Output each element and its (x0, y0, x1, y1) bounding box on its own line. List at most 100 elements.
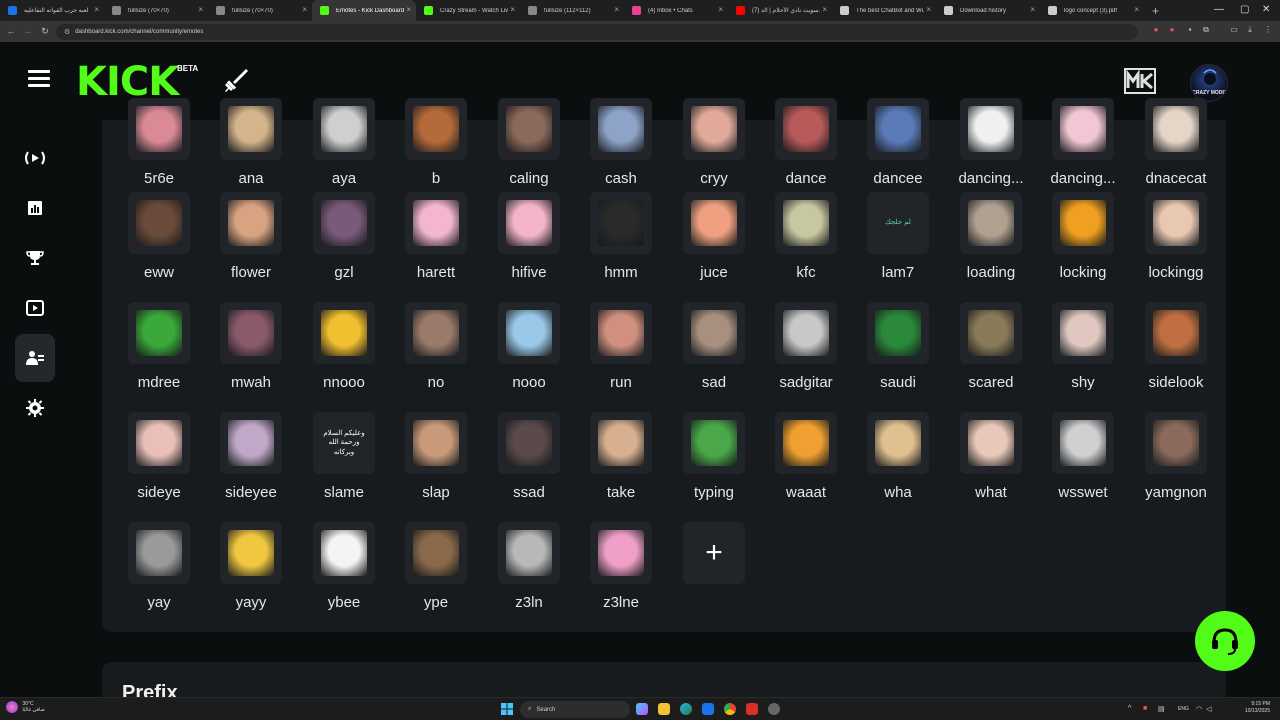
new-tab-icon[interactable]: + (1144, 4, 1167, 18)
emote-thumbnail[interactable] (498, 522, 560, 584)
browser-tab[interactable]: Download history × (936, 0, 1040, 21)
browser-tab[interactable]: fullsize (70×70) × (104, 0, 208, 21)
emote-thumbnail[interactable] (960, 98, 1022, 160)
emote-thumbnail[interactable] (590, 98, 652, 160)
extension-icon[interactable]: ● (1150, 25, 1162, 37)
support-chat-button[interactable] (1195, 611, 1255, 671)
emote-thumbnail[interactable] (220, 192, 282, 254)
emote-thumbnail[interactable] (775, 412, 837, 474)
browser-tab[interactable]: fullsize (70×70) × (208, 0, 312, 21)
tab-close-icon[interactable]: × (94, 5, 99, 14)
emote-item[interactable]: kfc (760, 192, 852, 302)
emote-item[interactable]: shy (1037, 302, 1129, 412)
sidebar-item-settings[interactable] (15, 384, 55, 432)
hamburger-menu-icon[interactable] (28, 70, 50, 88)
emote-item[interactable]: typing (668, 412, 760, 522)
emote-thumbnail[interactable] (128, 412, 190, 474)
emote-item[interactable]: nooo (483, 302, 575, 412)
extension-icon[interactable]: ● (1166, 25, 1178, 37)
emote-item[interactable]: وعليكم السلام ورحمة الله وبركاته slame (298, 412, 390, 522)
emote-thumbnail[interactable] (775, 98, 837, 160)
emote-thumbnail[interactable] (1145, 192, 1207, 254)
emote-thumbnail[interactable] (405, 302, 467, 364)
emote-thumbnail[interactable] (867, 412, 929, 474)
emote-item[interactable]: locking (1037, 192, 1129, 302)
gmail-icon[interactable] (746, 703, 758, 715)
mk-logo-icon[interactable] (1124, 68, 1156, 94)
emote-item[interactable]: sideyee (205, 412, 297, 522)
emote-thumbnail[interactable]: وعليكم السلام ورحمة الله وبركاته (313, 412, 375, 474)
minimize-icon[interactable]: — (1214, 4, 1224, 15)
reload-icon[interactable]: ↻ (36, 26, 54, 37)
tab-close-icon[interactable]: × (822, 5, 827, 14)
emote-thumbnail[interactable] (405, 192, 467, 254)
windows-start-icon[interactable] (501, 703, 513, 715)
emote-item[interactable]: scared (945, 302, 1037, 412)
emote-item[interactable]: lockingg (1130, 192, 1222, 302)
emote-thumbnail[interactable] (128, 522, 190, 584)
browser-tab[interactable]: Crazy Stream - Watch Live...× (416, 0, 520, 21)
browser-tab[interactable]: (7) سويت نادي الأحلام | الد...× (728, 0, 832, 21)
forward-icon[interactable]: → (18, 26, 36, 36)
emote-thumbnail[interactable] (683, 412, 745, 474)
emote-item[interactable]: ybee (298, 522, 390, 632)
emote-thumbnail[interactable] (1145, 302, 1207, 364)
clock[interactable]: 9:15 PM 10/13/2025 (1245, 701, 1270, 714)
sidebar-item-stream[interactable] (15, 134, 55, 182)
tray-app-icon[interactable]: ■ (1143, 705, 1147, 712)
sword-icon[interactable] (222, 66, 250, 94)
emote-thumbnail[interactable] (1145, 412, 1207, 474)
emote-item[interactable]: hifive (483, 192, 575, 302)
emote-thumbnail[interactable] (775, 192, 837, 254)
browser-tab[interactable]: fullsize (112×112) × (520, 0, 624, 21)
emote-item[interactable]: juce (668, 192, 760, 302)
browser-tab[interactable]: لعبه حرب القواته التفاعليه × (0, 0, 104, 21)
emote-item[interactable]: yay (113, 522, 205, 632)
emote-thumbnail[interactable] (867, 302, 929, 364)
tray-overflow-icon[interactable]: ^ (1128, 705, 1131, 712)
emote-thumbnail[interactable] (498, 192, 560, 254)
weather-widget[interactable]: 30°C صافي غالبًا (6, 701, 45, 713)
language-indicator[interactable]: ENG (1178, 706, 1189, 712)
emote-item[interactable]: gzl (298, 192, 390, 302)
wifi-icon[interactable]: ◠ (1196, 705, 1202, 713)
tab-close-icon[interactable]: × (510, 5, 515, 14)
emote-thumbnail[interactable] (405, 412, 467, 474)
extensions-puzzle-icon[interactable]: ⧉ (1200, 25, 1212, 37)
emote-thumbnail[interactable] (313, 302, 375, 364)
avatar[interactable]: CRAZY MODE (1190, 64, 1228, 102)
file-explorer-icon[interactable] (658, 703, 670, 715)
emote-item[interactable]: yayy (205, 522, 297, 632)
tab-close-icon[interactable]: × (302, 5, 307, 14)
window-close-icon[interactable]: ✕ (1262, 4, 1270, 15)
emote-thumbnail[interactable] (590, 412, 652, 474)
tab-close-icon[interactable]: × (406, 5, 411, 14)
emote-item[interactable]: yamgnon (1130, 412, 1222, 522)
emote-item[interactable]: ype (390, 522, 482, 632)
emote-thumbnail[interactable] (405, 98, 467, 160)
sidebar-item-community[interactable] (15, 334, 55, 382)
address-bar[interactable]: ⚙ dashboard.kick.com/channel/community/e… (56, 24, 1138, 40)
emote-item[interactable]: hmm (575, 192, 667, 302)
kick-logo[interactable]: KICK (76, 62, 179, 102)
browser-tab[interactable]: logo concept (3).pdf × (1040, 0, 1144, 21)
emote-thumbnail[interactable] (867, 98, 929, 160)
maximize-icon[interactable]: ▢ (1240, 4, 1249, 15)
emote-thumbnail[interactable] (683, 192, 745, 254)
emote-item[interactable]: z3lne (575, 522, 667, 632)
tab-close-icon[interactable]: × (1030, 5, 1035, 14)
emote-thumbnail[interactable] (590, 302, 652, 364)
tab-close-icon[interactable]: × (718, 5, 723, 14)
emote-thumbnail[interactable] (960, 412, 1022, 474)
emote-item[interactable]: no (390, 302, 482, 412)
emote-item[interactable]: z3ln (483, 522, 575, 632)
taskbar-search[interactable]: ⌕ Search (520, 701, 630, 718)
emote-thumbnail[interactable] (683, 98, 745, 160)
chrome-icon[interactable] (724, 703, 736, 715)
emote-thumbnail[interactable] (498, 302, 560, 364)
copilot-icon[interactable] (636, 703, 648, 715)
emote-item[interactable]: wsswet (1037, 412, 1129, 522)
browser-tab[interactable]: Emotes - Kick Dashboard × (312, 0, 416, 21)
emote-item[interactable]: slap (390, 412, 482, 522)
tab-close-icon[interactable]: × (614, 5, 619, 14)
